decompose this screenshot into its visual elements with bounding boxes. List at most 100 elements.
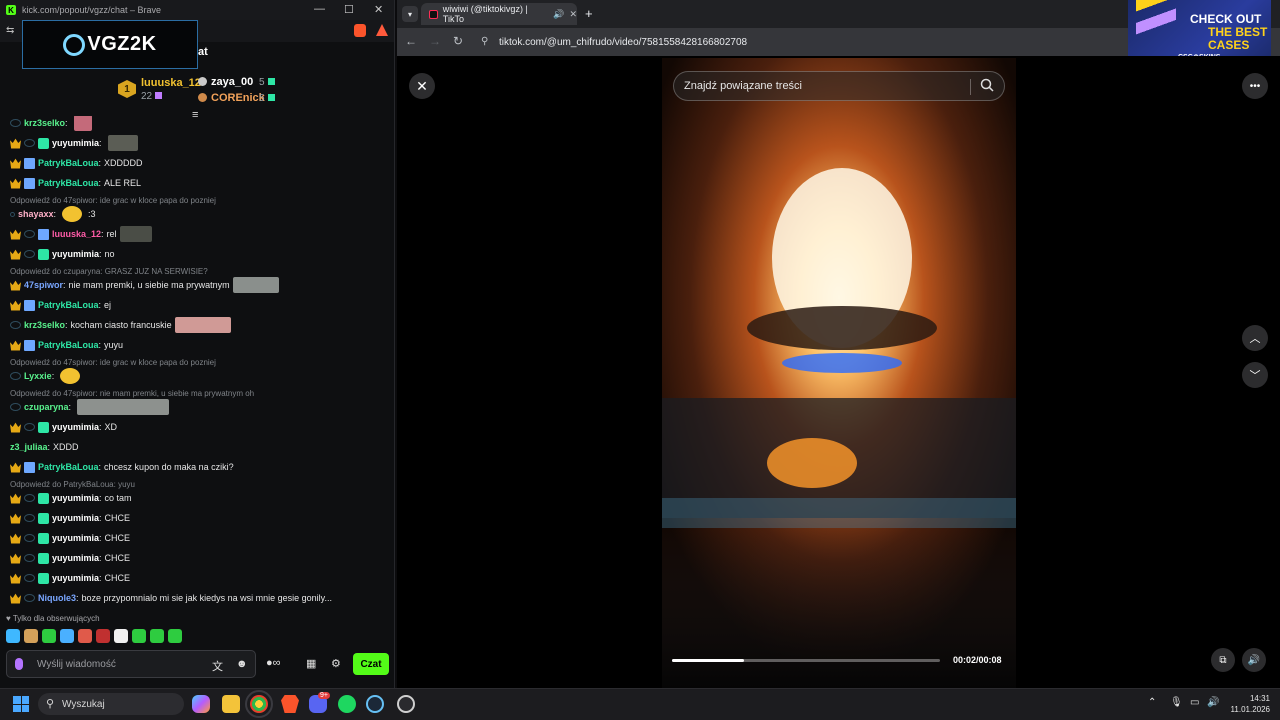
volume-button[interactable]: 🔊 [1242, 648, 1266, 672]
reply-reference[interactable]: Odpowiedź do 47spiwor: ide grac w kloce … [10, 196, 216, 205]
volume-tray-icon[interactable]: 🔊 [1207, 697, 1219, 708]
brave-rewards-icon[interactable] [376, 24, 388, 36]
chat-username[interactable]: yuyumimia [52, 138, 99, 148]
tab-close-icon[interactable]: ✕ [569, 9, 577, 20]
quick-emote[interactable] [96, 629, 110, 643]
tab-tiktok[interactable]: wiwiwi (@tiktokivgz) | TikTo 🔊 ✕ [421, 3, 577, 25]
close-video-button[interactable]: ✕ [409, 73, 435, 99]
reply-reference[interactable]: Odpowiedź do czuparyna: GRASZ JUZ NA SER… [10, 267, 208, 276]
chat-username[interactable]: yuyumimia [52, 422, 99, 432]
chat-username[interactable]: czuparyna [24, 402, 69, 412]
minimize-icon[interactable]: — [314, 3, 325, 15]
store-icon[interactable]: ▦ [306, 657, 316, 670]
chat-emote[interactable] [73, 116, 92, 131]
next-video-button[interactable]: ﹀ [1242, 362, 1268, 388]
quick-emote[interactable] [6, 629, 20, 643]
tray-overflow-chevron-icon[interactable]: ⌃ [1148, 697, 1156, 708]
chat-username[interactable]: yuyumimia [52, 553, 99, 563]
quick-emote[interactable] [150, 629, 164, 643]
related-search-input[interactable]: Znajdź powiązane treści [673, 71, 1005, 101]
chat-username[interactable]: PatrykBaLoua [38, 178, 99, 188]
quick-emote[interactable] [168, 629, 182, 643]
chat-username[interactable]: PatrykBaLoua [38, 158, 99, 168]
emoji-icon[interactable]: ☻ [236, 658, 248, 670]
reload-icon[interactable]: ↻ [453, 34, 463, 48]
chat-username[interactable]: yuyumimia [52, 573, 99, 583]
chat-username[interactable]: shayaxx [18, 209, 54, 219]
leaderboard-second-name[interactable]: zaya_00 [211, 76, 253, 88]
more-options-button[interactable]: ••• [1242, 73, 1268, 99]
maximize-icon[interactable]: ☐ [344, 3, 354, 16]
picture-in-picture-button[interactable]: ⧉ [1211, 648, 1235, 672]
chat-emote[interactable] [119, 226, 152, 242]
ad-banner[interactable]: CHECK OUT THE BEST CASES CSG⊕SKINS [1128, 0, 1271, 62]
sub-badge-icon [38, 421, 49, 433]
video-progress-bar[interactable] [672, 659, 940, 662]
chat-username[interactable]: PatrykBaLoua [38, 340, 99, 350]
chat-username[interactable]: yuyumimia [52, 513, 99, 523]
reply-reference[interactable]: Odpowiedź do PatrykBaLoua: yuyu [10, 480, 135, 489]
microphone-icon[interactable] [15, 658, 23, 670]
chat-emote[interactable] [77, 399, 170, 415]
leaderboard-first-name[interactable]: luuuska_12 [141, 77, 201, 89]
search-icon[interactable] [980, 78, 994, 92]
previous-video-button[interactable]: ︿ [1242, 325, 1268, 351]
url-field[interactable]: ⚲ tiktok.com/@um_chifrudo/video/75815584… [481, 32, 1121, 52]
chat-emote[interactable] [60, 368, 81, 384]
leaderboard-third-name[interactable]: COREnick [211, 92, 265, 104]
back-arrow-icon[interactable]: ← [405, 34, 417, 48]
quick-emote[interactable] [78, 629, 92, 643]
taskbar-clock[interactable]: 14:31 11.01.2026 [1226, 693, 1270, 715]
reply-reference[interactable]: Odpowiedź do 47spiwor: ide grac w kloce … [10, 358, 216, 367]
chat-emote[interactable] [232, 277, 279, 293]
chat-username[interactable]: PatrykBaLoua [38, 300, 99, 310]
chat-settings-gear-icon[interactable]: ⚙ [331, 657, 341, 670]
copilot-icon[interactable] [192, 695, 210, 713]
audio-playing-icon[interactable]: 🔊 [553, 9, 564, 20]
windows-start-icon[interactable] [13, 696, 29, 712]
chat-username[interactable]: 47spiwor [24, 280, 63, 290]
chrome-icon[interactable] [245, 690, 273, 718]
chat-username[interactable]: yuyumimia [52, 533, 99, 543]
brave-shield-icon[interactable] [354, 24, 366, 37]
translate-icon[interactable]: 文 [212, 658, 223, 674]
settings-sliders-icon[interactable]: ⇆ [6, 25, 14, 36]
chat-username[interactable]: Niquole3 [38, 593, 76, 603]
chat-username[interactable]: luuuska_12 [52, 229, 101, 239]
forward-arrow-icon[interactable]: → [429, 34, 441, 48]
file-explorer-icon[interactable] [222, 695, 240, 713]
chat-username[interactable]: PatrykBaLoua [38, 462, 99, 472]
quick-emote[interactable] [24, 629, 38, 643]
tab-list-chevron-icon[interactable]: ▾ [402, 6, 418, 22]
chat-message: yuyumimia: CHCE [10, 509, 130, 527]
chat-username[interactable]: krz3selko [24, 320, 65, 330]
spotify-icon[interactable] [338, 695, 356, 713]
new-tab-icon[interactable]: + [585, 6, 593, 21]
video-player[interactable] [662, 58, 1016, 688]
chat-username[interactable]: z3_juliaa [10, 442, 48, 452]
chat-username[interactable]: yuyumimia [52, 249, 99, 259]
crown-badge-icon [10, 229, 21, 240]
site-info-icon[interactable]: ⚲ [481, 36, 488, 47]
taskbar-search[interactable]: ⚲ Wyszukaj [38, 693, 184, 715]
quick-emote[interactable] [114, 629, 128, 643]
chat-username[interactable]: yuyumimia [52, 493, 99, 503]
close-window-icon[interactable]: ✕ [374, 3, 383, 16]
channel-points-icon[interactable]: ●∞ [266, 657, 281, 669]
chat-message-text: CHCE [104, 553, 131, 563]
quick-emote[interactable] [42, 629, 56, 643]
quick-emote[interactable] [132, 629, 146, 643]
chat-username[interactable]: krz3selko [24, 118, 65, 128]
chat-username[interactable]: Lyxxie [24, 371, 52, 381]
chat-input[interactable]: Wyślij wiadomość 文 ☻ [6, 650, 256, 678]
app-tray-icon[interactable] [397, 695, 415, 713]
send-chat-button[interactable]: Czat [353, 653, 389, 675]
chat-emote[interactable] [107, 135, 138, 151]
quick-emote[interactable] [60, 629, 74, 643]
reply-reference[interactable]: Odpowiedź do 47spiwor: nie mam premki, u… [10, 389, 254, 398]
chat-emote[interactable] [62, 206, 83, 222]
microphone-tray-icon[interactable]: 🎙 [1170, 697, 1183, 708]
chat-emote[interactable] [174, 317, 231, 333]
network-icon[interactable]: ▭ [1190, 697, 1199, 708]
steam-icon[interactable] [366, 695, 384, 713]
